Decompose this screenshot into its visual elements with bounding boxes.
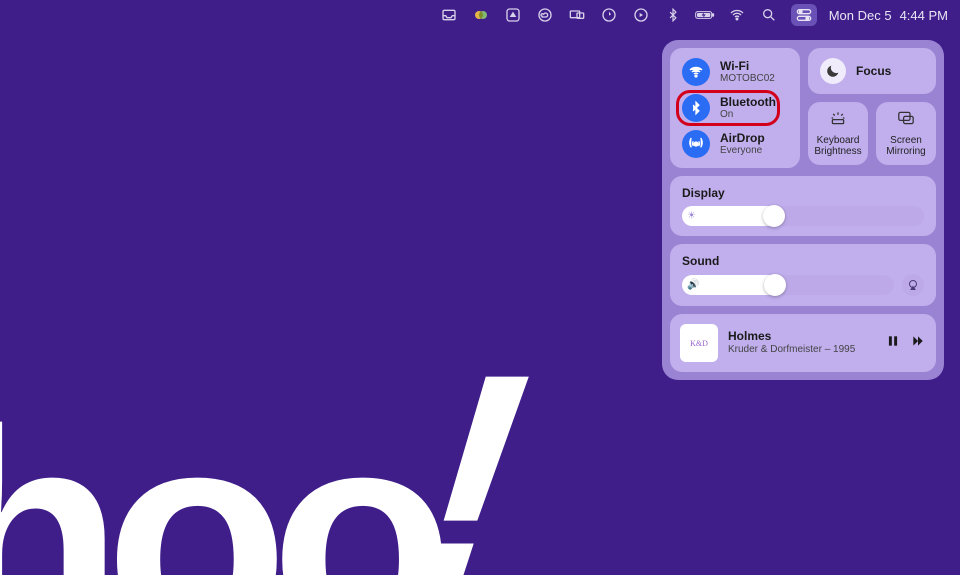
airdrop-toggle[interactable]: AirDrop Everyone: [682, 130, 788, 158]
menubar-clock[interactable]: Mon Dec 5 4:44 PM: [829, 8, 948, 23]
moon-icon: [820, 58, 846, 84]
track-title: Holmes: [728, 330, 876, 344]
sun-low-icon: ☀: [687, 211, 696, 222]
creative-cloud-icon[interactable]: [535, 5, 555, 25]
menubar-time: 4:44 PM: [900, 8, 948, 23]
pause-button[interactable]: [886, 334, 900, 353]
keyboard-brightness-label: Keyboard Brightness: [812, 135, 864, 157]
display-brightness-slider[interactable]: ☀: [682, 206, 924, 226]
mail-tray-icon[interactable]: [439, 5, 459, 25]
app-icon-1[interactable]: [471, 5, 491, 25]
wifi-menubar-icon[interactable]: [727, 5, 747, 25]
cloud-sync-icon[interactable]: [503, 5, 523, 25]
wifi-label: Wi-Fi: [720, 60, 775, 73]
media-playing-icon[interactable]: [631, 5, 651, 25]
sound-tile: Sound 🔊: [670, 244, 936, 306]
wifi-icon: [682, 58, 710, 86]
bluetooth-menubar-icon[interactable]: [663, 5, 683, 25]
track-artist: Kruder & Dorfmeister – 1995: [728, 344, 876, 356]
album-art: K&D: [680, 324, 718, 362]
display-arrangement-icon[interactable]: [567, 5, 587, 25]
airdrop-visibility: Everyone: [720, 145, 765, 156]
sound-volume-slider[interactable]: 🔊: [682, 275, 894, 295]
control-center-panel: Wi-Fi MOTOBC02 Bluetooth On A: [662, 40, 944, 380]
next-track-button[interactable]: [910, 334, 926, 353]
sound-output-button[interactable]: [902, 274, 924, 296]
app-icon-2[interactable]: [599, 5, 619, 25]
bluetooth-icon: [682, 94, 710, 122]
screen-mirroring-label: Screen Mirroring: [880, 135, 932, 157]
now-playing-tile[interactable]: K&D Holmes Kruder & Dorfmeister – 1995: [670, 314, 936, 372]
bluetooth-toggle[interactable]: Bluetooth On: [682, 94, 788, 122]
display-tile: Display ☀: [670, 176, 936, 236]
airdrop-icon: [682, 130, 710, 158]
sound-heading: Sound: [682, 254, 924, 268]
battery-icon[interactable]: [695, 5, 715, 25]
focus-label: Focus: [856, 64, 891, 78]
airdrop-label: AirDrop: [720, 132, 765, 145]
speaker-icon: 🔊: [687, 280, 699, 291]
connectivity-tile: Wi-Fi MOTOBC02 Bluetooth On A: [670, 48, 800, 168]
display-heading: Display: [682, 186, 924, 200]
screen-mirroring-button[interactable]: Screen Mirroring: [876, 102, 936, 165]
focus-toggle[interactable]: Focus: [808, 48, 936, 94]
keyboard-brightness-icon: [828, 110, 848, 131]
wifi-network: MOTOBC02: [720, 73, 775, 84]
screen-mirroring-icon: [896, 110, 916, 131]
wifi-toggle[interactable]: Wi-Fi MOTOBC02: [682, 58, 788, 86]
spotlight-icon[interactable]: [759, 5, 779, 25]
keyboard-brightness-button[interactable]: Keyboard Brightness: [808, 102, 868, 165]
control-center-menubar-icon[interactable]: [791, 4, 817, 26]
menu-bar: Mon Dec 5 4:44 PM: [0, 0, 960, 30]
bluetooth-label: Bluetooth: [720, 96, 776, 109]
wallpaper-logo-fragment: hoo!: [0, 385, 518, 575]
menubar-date: Mon Dec 5: [829, 8, 892, 23]
bluetooth-status: On: [720, 109, 776, 120]
